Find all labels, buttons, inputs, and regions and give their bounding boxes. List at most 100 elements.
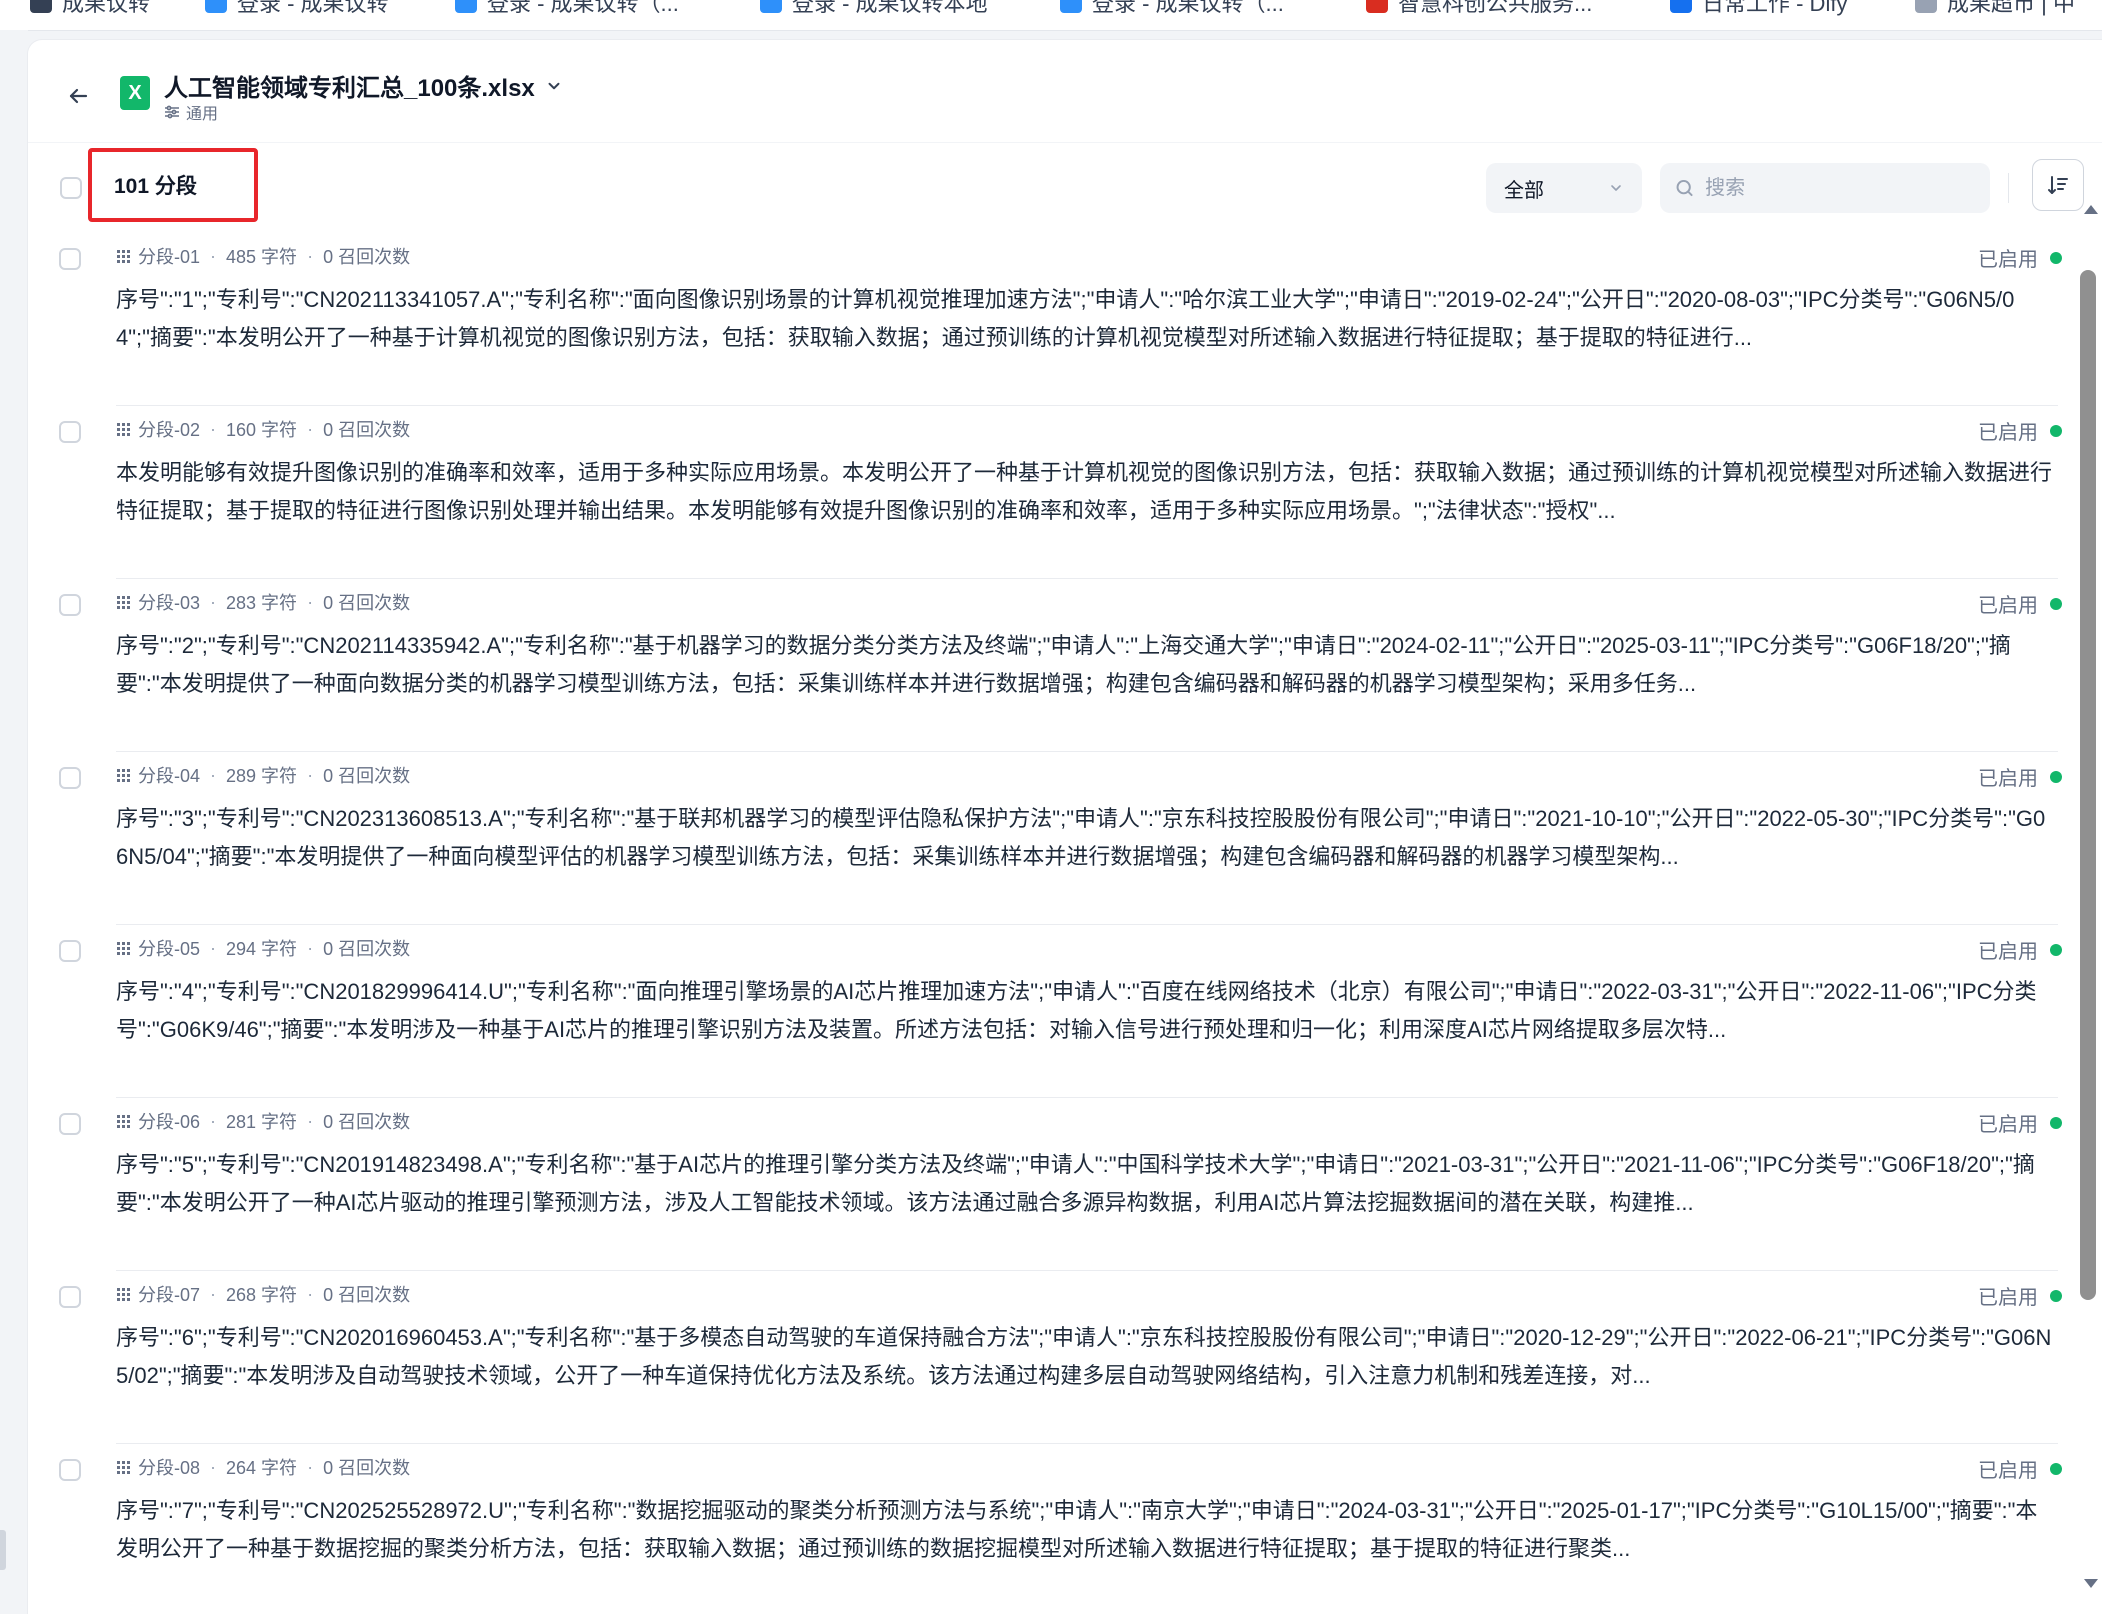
segment-item[interactable]: 分段-07 · 268 字符 · 0 召回次数 已启用序号":"6";"专利号":"CN2… <box>28 1271 2068 1444</box>
segment-count: 101 分段 <box>88 148 258 222</box>
status-dot-icon <box>2050 770 2062 783</box>
segment-checkbox[interactable] <box>59 1459 81 1481</box>
segment-status-label: 已启用 <box>1978 249 2038 271</box>
segment-meta: 分段-07 · 268 字符 · 0 召回次数 <box>116 1282 410 1306</box>
bookmark-item[interactable]: 登录 - 成果议转本地 <box>760 0 988 16</box>
select-all-checkbox[interactable] <box>60 177 82 199</box>
segment-content[interactable]: 序号":"4";"专利号":"CN201829996414.U";"专利名称":… <box>116 973 2052 1049</box>
segment-meta: 分段-01 · 485 字符 · 0 召回次数 <box>116 244 410 268</box>
segment-content[interactable]: 本发明能够有效提升图像识别的准确率和效率，适用于多种实际应用场景。本发明公开了一… <box>116 454 2052 530</box>
segment-status[interactable]: 已启用 <box>1978 416 2062 445</box>
status-filter-value: 全部 <box>1504 179 1544 202</box>
meta-separator: · <box>210 1456 217 1477</box>
segment-checkbox[interactable] <box>59 594 81 616</box>
segment-content[interactable]: 序号":"6";"专利号":"CN202016960453.A";"专利名称":… <box>116 1319 2052 1395</box>
segment-status-label: 已启用 <box>1978 941 2038 963</box>
bookmark-item[interactable]: 成果超市 | 中 <box>1915 0 2075 16</box>
segment-status[interactable]: 已启用 <box>1978 935 2062 964</box>
segment-meta: 分段-02 · 160 字符 · 0 召回次数 <box>116 417 410 441</box>
bookmark-label: 登录 - 成果议转（... <box>487 0 679 16</box>
meta-separator: · <box>307 418 314 439</box>
segment-content[interactable]: 序号":"1";"专利号":"CN202113341057.A";"专利名称":… <box>116 281 2052 357</box>
segment-char-count: 268 字符 <box>226 1285 298 1305</box>
segment-status-label: 已启用 <box>1978 595 2038 617</box>
segment-checkbox[interactable] <box>59 1286 81 1308</box>
meta-separator: · <box>210 1110 217 1131</box>
bookmark-favicon-icon <box>1670 0 1692 13</box>
segment-status[interactable]: 已启用 <box>1978 1281 2062 1310</box>
file-title-dropdown[interactable]: 人工智能领域专利汇总_100条.xlsx <box>164 68 563 103</box>
segment-status[interactable]: 已启用 <box>1978 1454 2062 1483</box>
bookmark-favicon-icon <box>455 0 477 13</box>
scroll-down-arrow[interactable] <box>2084 1579 2098 1588</box>
scroll-thumb[interactable] <box>2080 270 2096 1300</box>
segment-item[interactable]: 分段-08 · 264 字符 · 0 召回次数 已启用序号":"7";"专利号":"CN2… <box>28 1444 2068 1614</box>
segment-checkbox[interactable] <box>59 248 81 270</box>
chunk-mode: 通用 <box>164 100 218 124</box>
bookmark-favicon-icon <box>1915 0 1937 13</box>
meta-separator: · <box>210 245 217 266</box>
meta-separator: · <box>210 764 217 785</box>
file-name: 人工智能领域专利汇总_100条.xlsx <box>164 75 535 102</box>
scroll-up-arrow[interactable] <box>2084 205 2098 214</box>
bookmark-favicon-icon <box>1060 0 1082 13</box>
segment-checkbox[interactable] <box>59 421 81 443</box>
segment-item[interactable]: 分段-06 · 281 字符 · 0 召回次数 已启用序号":"5";"专利号":"CN2… <box>28 1098 2068 1271</box>
segment-content[interactable]: 序号":"7";"专利号":"CN202525528972.U";"专利名称":… <box>116 1492 2052 1568</box>
excel-file-icon: X <box>120 76 150 110</box>
segment-status[interactable]: 已启用 <box>1978 762 2062 791</box>
segment-meta: 分段-06 · 281 字符 · 0 召回次数 <box>116 1109 410 1133</box>
segment-item[interactable]: 分段-05 · 294 字符 · 0 召回次数 已启用序号":"4";"专利号":"CN2… <box>28 925 2068 1098</box>
bookmark-item[interactable]: 登录 - 成果议转 <box>205 0 389 16</box>
segments-list: 分段-01 · 485 字符 · 0 召回次数 已启用 序号":"1";"专利号":"CN2… <box>28 233 2068 1614</box>
bookmark-label: 成果超市 | 中 <box>1947 0 2075 16</box>
bookmarks-bar: 成果议转 登录 - 成果议转 登录 - 成果议转（... 登录 - 成果议转本地 登录 … <box>0 0 2102 31</box>
bookmark-item[interactable]: 登录 - 成果议转（... <box>455 0 679 16</box>
bookmark-item[interactable]: 日常工作 - Dify <box>1670 0 1847 16</box>
back-button[interactable] <box>58 76 98 116</box>
left-collapse-handle[interactable] <box>0 1530 6 1570</box>
segment-char-count: 289 字符 <box>226 766 298 786</box>
grip-icon <box>116 1287 132 1301</box>
segment-id: 分段-07 <box>138 1285 201 1305</box>
status-dot-icon <box>2050 1289 2062 1302</box>
segment-item[interactable]: 分段-04 · 289 字符 · 0 召回次数 已启用 序号":"3";"专利号":"CN2… <box>28 752 2068 925</box>
bookmark-item[interactable]: 智慧科创公共服务... <box>1366 0 1592 16</box>
segment-item[interactable]: 分段-02 · 160 字符 · 0 召回次数 已启用 本发明能够有效提升图像识别的准确率和… <box>28 406 2068 579</box>
segment-meta: 分段-03 · 283 字符 · 0 召回次数 <box>116 590 410 614</box>
bookmark-favicon-icon <box>1366 0 1388 13</box>
segment-content[interactable]: 序号":"5";"专利号":"CN201914823498.A";"专利名称":… <box>116 1146 2052 1222</box>
meta-separator: · <box>307 764 314 785</box>
search-box[interactable] <box>1660 163 1990 213</box>
segment-recall-count: 0 召回次数 <box>323 420 411 440</box>
segment-checkbox[interactable] <box>59 767 81 789</box>
segment-content[interactable]: 序号":"2";"专利号":"CN202114335942.A";"专利名称":… <box>116 627 2052 703</box>
bookmark-item[interactable]: 成果议转 <box>30 0 150 16</box>
scrollbar[interactable] <box>2076 205 2102 1614</box>
sort-button[interactable] <box>2032 159 2084 211</box>
bookmark-item[interactable]: 登录 - 成果议转（... <box>1060 0 1284 16</box>
segment-status[interactable]: 已启用 <box>1978 243 2062 272</box>
segment-char-count: 294 字符 <box>226 939 298 959</box>
segment-content[interactable]: 序号":"3";"专利号":"CN202313608513.A";"专利名称":… <box>116 800 2052 876</box>
segment-meta: 分段-04 · 289 字符 · 0 召回次数 <box>116 763 410 787</box>
bookmark-favicon-icon <box>205 0 227 13</box>
segment-meta: 分段-08 · 264 字符 · 0 召回次数 <box>116 1455 410 1479</box>
search-input[interactable] <box>1703 175 1976 201</box>
grip-icon <box>116 1114 132 1128</box>
meta-separator: · <box>307 1110 314 1131</box>
segment-meta: 分段-05 · 294 字符 · 0 召回次数 <box>116 936 410 960</box>
segment-item[interactable]: 分段-03 · 283 字符 · 0 召回次数 已启用序号":"2";"专利号":"CN2… <box>28 579 2068 752</box>
segment-checkbox[interactable] <box>59 1113 81 1135</box>
bookmark-label: 登录 - 成果议转（... <box>1092 0 1284 16</box>
status-filter-select[interactable]: 全部 <box>1486 163 1642 213</box>
sort-icon <box>2048 176 2068 194</box>
document-header: X 人工智能领域专利汇总_100条.xlsx 通用 <box>28 40 2102 143</box>
segment-recall-count: 0 召回次数 <box>323 247 411 267</box>
segment-status[interactable]: 已启用 <box>1978 1108 2062 1137</box>
segment-item[interactable]: 分段-01 · 485 字符 · 0 召回次数 已启用 序号":"1";"专利号":"CN2… <box>28 233 2068 406</box>
segment-checkbox[interactable] <box>59 940 81 962</box>
bookmark-label: 登录 - 成果议转本地 <box>792 0 988 16</box>
status-dot-icon <box>2050 424 2062 437</box>
segment-status[interactable]: 已启用 <box>1978 589 2062 618</box>
